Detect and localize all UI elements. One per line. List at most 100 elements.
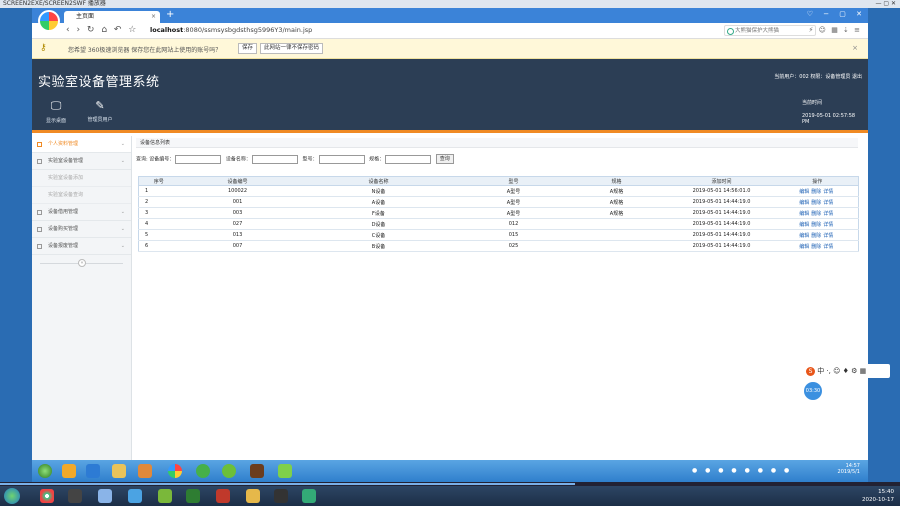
browser-tab-main[interactable]: 主页面 × [64,11,160,23]
tray-icons[interactable]: ● ● ● ● ● ● ● ● [692,467,792,474]
inner-taskbar: ● ● ● ● ● ● ● ● 14:57 2019/5/1 [32,460,868,482]
query-button[interactable]: 查询 [435,154,454,164]
sidebar-collapse: « [32,255,131,271]
floating-timer-bubble[interactable]: 03:30 [804,382,822,400]
detail-link[interactable]: 详情 [823,211,833,217]
detail-link[interactable]: 详情 [823,189,833,195]
equipment-name-input[interactable] [251,154,298,164]
edit-link[interactable]: 编辑 [799,222,809,228]
password-bar-close-icon[interactable]: × [852,44,858,52]
chrome-icon[interactable] [40,489,54,503]
admin-user-button[interactable]: ✎ 管理员用户 [80,99,120,123]
edit-link[interactable]: 编辑 [799,189,809,195]
tab-close-icon[interactable]: × [151,11,156,23]
qq-browser-icon[interactable] [128,489,142,503]
cell-spec [566,218,667,230]
sidebar-subitem-add-equipment[interactable]: 实验室设备添加 [32,170,131,187]
sogou-ime-toolbar[interactable]: S 中 ·, ☺ ♦ ⚙ ▦ [804,364,890,378]
explorer-icon[interactable] [112,464,126,478]
media-icon[interactable] [138,464,152,478]
save-password-button[interactable]: 保存 [238,43,258,54]
delete-link[interactable]: 删除 [811,222,821,228]
outer-clock-date: 2020-10-17 [862,497,894,503]
detail-link[interactable]: 详情 [823,233,833,239]
collapse-icon[interactable]: « [78,259,86,267]
chart-app-icon[interactable] [186,489,200,503]
never-save-password-button[interactable]: 此网站一律不保存密码 [260,43,324,54]
player-window-controls[interactable]: — ▢ ✕ [875,0,896,8]
sidebar-item-lab-equipment[interactable]: 实验室设备管理 ⌄ [32,153,131,170]
flash-icon[interactable] [216,489,230,503]
edit-link[interactable]: 编辑 [799,211,809,217]
edit-link[interactable]: 编辑 [799,233,809,239]
model-input[interactable] [318,154,365,164]
app-brown-icon[interactable] [250,464,264,478]
cell-actions: 编辑 删除 详情 [776,218,859,230]
delete-link[interactable]: 删除 [811,200,821,206]
nav-buttons-icon[interactable]: ‹ › ↻ ⌂ ↶ ☆ [66,25,136,35]
model-label: 型号： [302,156,318,163]
delete-link[interactable]: 删除 [811,211,821,217]
qq-icon[interactable] [274,489,288,503]
app-green-icon[interactable] [196,464,210,478]
inner-clock: 14:57 2019/5/1 [838,463,860,475]
col-header-model: 型号 [460,176,567,186]
delete-link[interactable]: 删除 [811,244,821,250]
detail-link[interactable]: 详情 [823,244,833,250]
sidebar-item-purchase[interactable]: 设备购买管理 ⌄ [32,221,131,238]
user-info[interactable]: 当前用户：002 权限：设备管理员 退出 [774,73,862,80]
folder-icon[interactable] [62,464,76,478]
sidebar-item-profile[interactable]: 个人资料管理 ⌄ [32,136,131,153]
cell-model: A型号 [460,196,567,208]
player-progress-fill [0,483,575,485]
tab-title: 主页面 [76,13,95,20]
detail-link[interactable]: 详情 [823,200,833,206]
app-title: 实验室设备管理系统 [38,75,160,90]
equipment-icon [37,159,42,164]
delete-link[interactable]: 删除 [811,189,821,195]
sidebar-item-scrap[interactable]: 设备报废管理 ⌄ [32,238,131,255]
edit-link[interactable]: 编辑 [799,200,809,206]
sidebar-subitem-query-equipment[interactable]: 实验室设备查询 [32,187,131,204]
key-icon: ⚷ [40,43,47,53]
show-desktop-button[interactable]: 🖵 显示桌面 [36,99,76,124]
sidebar-item-borrow[interactable]: 设备借用管理 ⌄ [32,204,131,221]
pinwheel-icon[interactable] [98,489,112,503]
app-lime-icon[interactable] [222,464,236,478]
url-field[interactable]: localhost:8080/ssmsysbgdsthsg5996Y3/main… [150,26,312,34]
edit-link[interactable]: 编辑 [799,244,809,250]
detail-link[interactable]: 详情 [823,222,833,228]
cell-equipment-name: N设备 [296,185,461,197]
files-icon[interactable] [246,489,260,503]
app-leaf2-icon[interactable] [158,489,172,503]
delete-link[interactable]: 删除 [811,233,821,239]
col-header-equipment-no: 设备编号 [178,176,297,186]
browser-window-controls[interactable]: ♡ − ▢ ✕ [807,10,862,18]
browser-360-icon[interactable] [168,464,182,478]
ie-icon[interactable] [86,464,100,478]
player-icon[interactable] [302,489,316,503]
col-header-equipment-name: 设备名称 [296,176,461,186]
outer-start-orb-icon[interactable] [4,488,20,504]
col-header-index: 序号 [138,176,179,186]
browser-toolbar-icons[interactable]: ⚡ ☺ ▦ ⇣ ≡ [809,26,860,34]
chevron-down-icon: ⌄ [120,243,125,249]
inner-clock-date: 2019/5/1 [837,469,860,475]
start-orb-icon[interactable] [38,464,52,478]
equipment-no-input[interactable] [175,154,222,164]
new-tab-button[interactable]: + [166,9,174,20]
cell-equipment-no: 027 [178,218,297,230]
borrow-icon [37,210,42,215]
app-leaf-icon[interactable] [278,464,292,478]
cell-spec [566,229,667,241]
browser-search-input[interactable]: 大熊猫保护大熊猫 [724,25,816,36]
cell-equipment-name: F设备 [296,207,461,219]
cell-added-time: 2019-05-01 14:44:19.0 [666,218,777,230]
browser-logo-icon[interactable] [38,10,60,32]
terminal-icon[interactable] [68,489,82,503]
cell-model: 025 [460,240,567,252]
profile-icon [37,142,42,147]
spec-input[interactable] [385,154,432,164]
sidebar: 个人资料管理 ⌄ 实验室设备管理 ⌄ 实验室设备添加 实验室设备查询 设备借用管… [32,136,132,460]
time-value: 2019-05-01 02:57:58 PM [802,113,856,125]
